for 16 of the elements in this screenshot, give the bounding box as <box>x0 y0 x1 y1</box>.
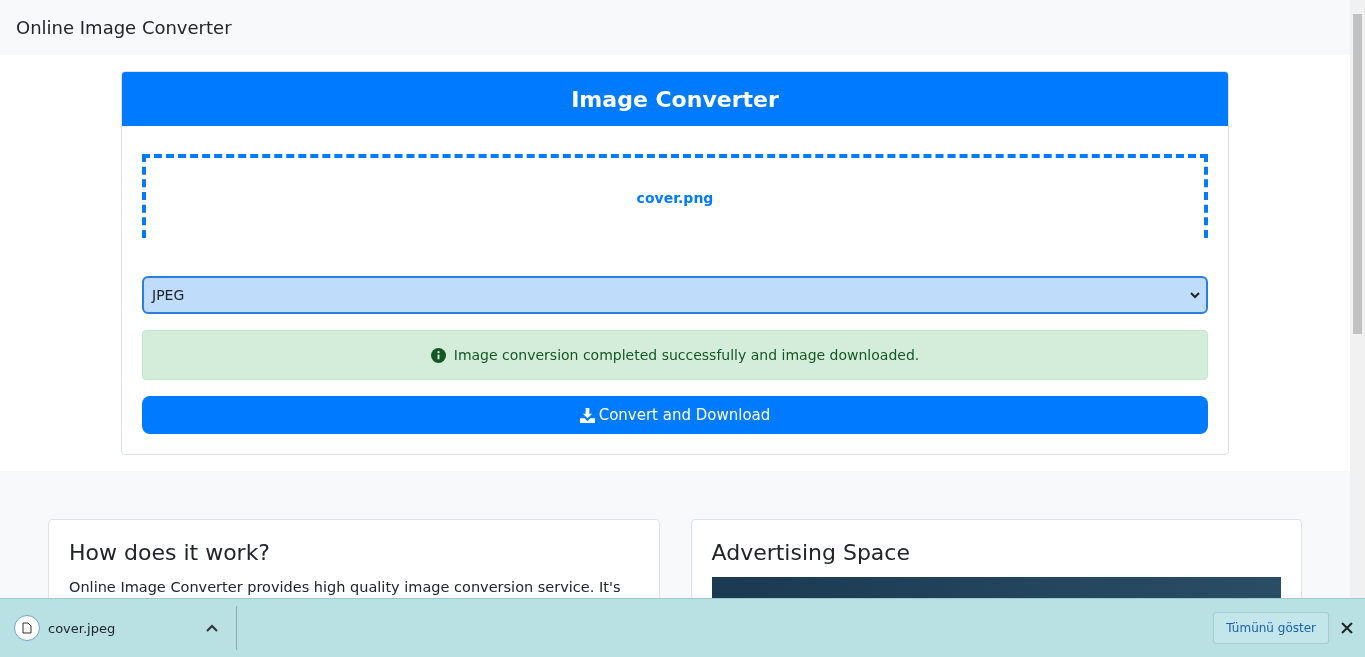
chevron-icon <box>1190 291 1200 299</box>
site-brand[interactable]: Online Image Converter <box>16 17 232 38</box>
download-file-name[interactable]: cover.jpeg <box>48 620 186 636</box>
file-name: cover.png <box>636 190 714 206</box>
download-icon <box>579 407 595 423</box>
convert-download-button[interactable]: Convert and Download <box>142 396 1208 434</box>
drop-zone[interactable]: cover.png <box>142 154 1208 238</box>
alert-text: Image conversion completed successfully and image downloaded. <box>453 347 920 363</box>
card-heading: How does it work? <box>69 540 272 565</box>
show-all-button[interactable]: Tümünü göster <box>1213 612 1329 644</box>
description-text: Online Image Converter provides high quality image conversion service. It's <box>69 578 622 597</box>
file-icon <box>14 615 40 641</box>
info-icon <box>430 347 446 363</box>
card-heading: Advertising Space <box>711 540 911 565</box>
format-select[interactable]: JPEG <box>142 276 1208 314</box>
card-title: Image Converter <box>571 86 779 112</box>
